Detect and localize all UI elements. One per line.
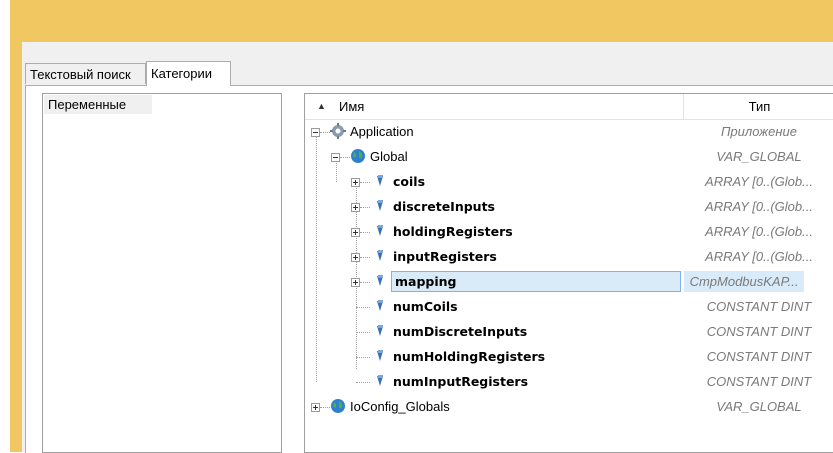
tree-row-type: VAR_GLOBAL	[716, 399, 802, 414]
category-item-variables[interactable]: Переменные	[44, 95, 152, 114]
dialog-body: Текстовый поиск Категории Переменные ▲ И…	[22, 42, 833, 453]
variable-icon	[372, 348, 388, 364]
column-header-type-label: Тип	[748, 99, 771, 114]
tree-row-label: numInputRegisters	[393, 374, 529, 389]
variable-icon	[372, 373, 388, 389]
collapse-toggle-icon[interactable]	[311, 128, 320, 137]
tree-row-type: CONSTANT DINT	[706, 374, 812, 389]
tree-row-type: CONSTANT DINT	[706, 324, 812, 339]
window-frame: Текстовый поиск Категории Переменные ▲ И…	[10, 0, 833, 453]
tree-row-label: IoConfig_Globals	[350, 399, 450, 414]
tab-content: Переменные ▲ Имя Тип Application Приложе…	[25, 85, 833, 453]
tree-row-global[interactable]: Global VAR_GLOBAL	[305, 144, 833, 169]
collapse-toggle-icon[interactable]	[331, 153, 340, 162]
tree-row-label: discreteInputs	[393, 199, 495, 214]
tree-row-label: inputRegisters	[393, 249, 497, 264]
tree-row-input-registers[interactable]: inputRegisters ARRAY [0..(Glob...	[305, 244, 833, 269]
tree-row-label: Application	[350, 124, 414, 139]
expand-toggle-icon[interactable]	[351, 253, 360, 262]
variable-icon	[372, 273, 388, 289]
tree-row-type: CmpModbusKAP...	[684, 271, 804, 292]
expand-toggle-icon[interactable]	[351, 178, 360, 187]
tree-row-label: Global	[370, 149, 408, 164]
variable-icon	[372, 298, 388, 314]
tree-row-type: ARRAY [0..(Glob...	[705, 249, 813, 264]
sort-ascending-icon: ▲	[317, 101, 326, 111]
expand-toggle-icon[interactable]	[351, 228, 360, 237]
tree-row-type: Приложение	[721, 124, 797, 139]
tree-row-type: VAR_GLOBAL	[716, 149, 802, 164]
expand-toggle-icon[interactable]	[311, 403, 320, 412]
tree-row-num-holding-registers[interactable]: numHoldingRegisters CONSTANT DINT	[305, 344, 833, 369]
tree-row-label: numDiscreteInputs	[393, 324, 528, 339]
column-header-name[interactable]: ▲ Имя	[305, 94, 684, 120]
tree-row-mapping[interactable]: mapping CmpModbusKAP...	[305, 269, 833, 294]
variable-icon	[372, 198, 388, 214]
tree-row-ioconfig-globals[interactable]: IoConfig_Globals VAR_GLOBAL	[305, 394, 833, 419]
tree-row-type: ARRAY [0..(Glob...	[705, 224, 813, 239]
expand-toggle-icon[interactable]	[351, 203, 360, 212]
tree-row-label: mapping	[395, 274, 457, 289]
variable-icon	[372, 173, 388, 189]
globe-icon	[350, 148, 366, 164]
variable-icon	[372, 223, 388, 239]
expand-toggle-icon[interactable]	[351, 278, 360, 287]
variable-icon	[372, 248, 388, 264]
tree-row-type: CONSTANT DINT	[706, 299, 812, 314]
tree-row-num-input-registers[interactable]: numInputRegisters CONSTANT DINT	[305, 369, 833, 394]
tree-row-label: numCoils	[393, 299, 458, 314]
tree-row-num-coils[interactable]: numCoils CONSTANT DINT	[305, 294, 833, 319]
tree-row-type: CONSTANT DINT	[706, 349, 812, 364]
column-header-type[interactable]: Тип	[684, 94, 833, 120]
column-header-name-label: Имя	[339, 99, 365, 114]
tab-text-search[interactable]: Текстовый поиск	[25, 63, 146, 84]
tab-categories[interactable]: Категории	[146, 61, 231, 86]
variable-icon	[372, 323, 388, 339]
tree-row-holding-registers[interactable]: holdingRegisters ARRAY [0..(Glob...	[305, 219, 833, 244]
tree-row-application[interactable]: Application Приложение	[305, 119, 833, 144]
tree-row-num-discrete-inputs[interactable]: numDiscreteInputs CONSTANT DINT	[305, 319, 833, 344]
tree-row-label: holdingRegisters	[393, 224, 513, 239]
globe-icon	[330, 398, 346, 414]
gear-icon	[330, 123, 346, 139]
category-list: Переменные	[42, 93, 282, 453]
tree-row-label: coils	[393, 174, 426, 189]
tree-row-coils[interactable]: coils ARRAY [0..(Glob...	[305, 169, 833, 194]
variable-tree: ▲ Имя Тип Application Приложение Global …	[304, 93, 833, 453]
tree-row-type: ARRAY [0..(Glob...	[705, 199, 813, 214]
tree-row-type: ARRAY [0..(Glob...	[705, 174, 813, 189]
tree-row-discrete-inputs[interactable]: discreteInputs ARRAY [0..(Glob...	[305, 194, 833, 219]
tree-row-label: numHoldingRegisters	[393, 349, 546, 364]
